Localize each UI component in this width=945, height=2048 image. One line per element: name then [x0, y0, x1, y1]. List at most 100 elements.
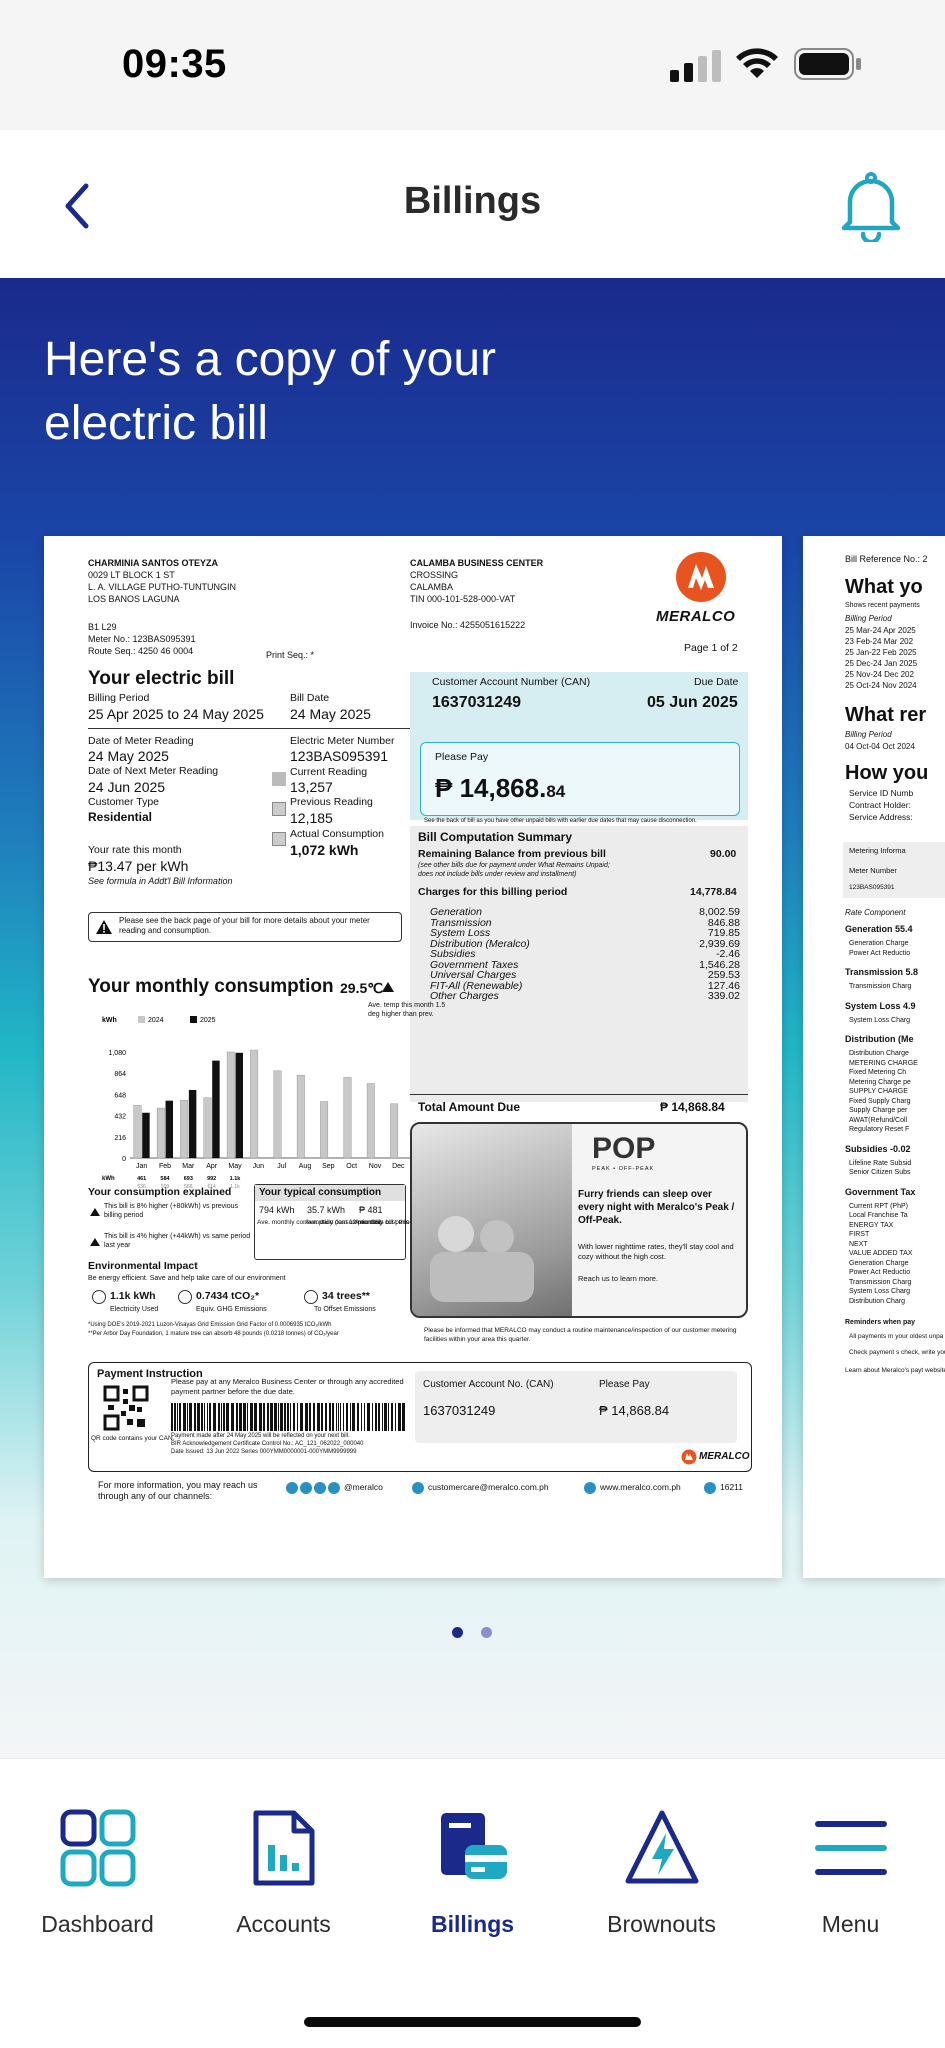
actual-consumption: 1,072 kWh	[290, 842, 359, 858]
typical-value: ₱ 481	[359, 1205, 383, 1215]
barcode-bar	[378, 1403, 380, 1431]
row-2025-value: 693	[184, 1176, 193, 1182]
stub-pay-label: Please Pay	[599, 1379, 650, 1390]
barcode-bar	[336, 1403, 337, 1431]
remaining-value: 90.00	[710, 848, 737, 860]
bill-date-label: Bill Date	[290, 692, 330, 704]
peek-component-item: Transmission Charg	[849, 983, 912, 990]
nav-menu[interactable]: Menu	[756, 1759, 945, 1949]
row-2024-value: 1.1k	[230, 1184, 240, 1190]
divider	[410, 1094, 748, 1095]
peek-reminder: All payments m your oldest unpa any inco…	[849, 1333, 945, 1340]
bar-2024	[226, 1051, 235, 1159]
x-tick-label: Dec	[392, 1163, 405, 1170]
app-header: Billings	[0, 130, 945, 278]
stub-can: 1637031249	[423, 1403, 496, 1418]
env-value: 1.1k kWh	[110, 1290, 156, 1302]
nav-label-active: Billings	[430, 1911, 515, 1937]
footer-social: @meralco	[344, 1482, 383, 1492]
env-value: 0.7434 tCO₂*	[196, 1290, 260, 1302]
pagination-dot-2[interactable]	[481, 1627, 492, 1638]
barcode-bar	[313, 1403, 315, 1431]
phone-icon	[704, 1482, 716, 1494]
tin: TIN 000-101-528-000-VAT	[410, 594, 516, 604]
nav-billings[interactable]: Billings	[378, 1759, 567, 1949]
typical-title: Your typical consumption	[255, 1185, 405, 1201]
row-2025-value: 584	[160, 1176, 170, 1182]
footer-phone: 16211	[720, 1482, 744, 1492]
battery-icon	[794, 48, 861, 80]
facebook-icon	[286, 1482, 298, 1494]
peek-component-item: Fixed Supply Charg	[849, 1097, 911, 1105]
barcode-bar	[280, 1403, 283, 1431]
peek-component-heading: Generation 55.4	[845, 924, 913, 934]
peek-component-item: System Loss Charg	[849, 1016, 911, 1024]
peek-component-item: METERING CHARGE	[849, 1059, 918, 1067]
barcode-bar	[201, 1403, 203, 1431]
barcode-bar	[340, 1403, 341, 1431]
bar-2024	[250, 1049, 259, 1159]
barcode-bar	[287, 1403, 289, 1431]
barcode-bar	[367, 1403, 370, 1431]
meter-number-label: Electric Meter Number	[290, 735, 395, 747]
barcode-bar	[221, 1403, 222, 1431]
email-icon	[412, 1482, 424, 1494]
can-value: 1637031249	[432, 694, 521, 711]
promo-banner[interactable]: POP PEAK • OFF-PEAK Furry friends can sl…	[410, 1122, 748, 1318]
customer-type: Residential	[88, 810, 153, 824]
notifications-button[interactable]	[836, 170, 906, 245]
typical-caption: Ave. daily consumption this bill period	[305, 1219, 414, 1226]
peek-component-item: Supply Charge per	[849, 1107, 908, 1114]
env-title: Environmental Impact	[88, 1260, 198, 1272]
barcode-bar	[174, 1403, 176, 1431]
barcode-bar	[382, 1403, 383, 1431]
bar-2024	[273, 1070, 282, 1159]
peek-component-item: Current RPT (PhP)	[849, 1202, 908, 1210]
footer-text: For more information, you may reach us t…	[98, 1480, 258, 1501]
nav-accounts[interactable]: Accounts	[189, 1759, 378, 1949]
remaining-note: (see other bills due for payment under W…	[418, 862, 610, 869]
triangle-up-icon	[382, 982, 394, 992]
payment-stub: Payment Instruction QR code contains you…	[88, 1362, 752, 1472]
current-reading-label: Current Reading	[290, 766, 368, 778]
typical-value: 35.7 kWh	[307, 1205, 346, 1215]
bar-2024	[133, 1105, 142, 1159]
pagination-dot-1[interactable]	[452, 1627, 463, 1638]
web-icon	[584, 1482, 596, 1494]
stub-pay: ₱ 14,868.84	[599, 1403, 670, 1418]
barcode-bar	[236, 1403, 238, 1431]
previous-reading: 12,185	[290, 810, 333, 826]
promo-title: Furry friends can sleep over every night…	[578, 1189, 735, 1226]
menu-icon	[815, 1821, 887, 1875]
customer-type-label: Customer Type	[88, 796, 160, 808]
page-indicator: Page 1 of 2	[684, 642, 738, 654]
bill-page-2-preview[interactable]: Bill Reference No.: 2 What yo Shows rece…	[803, 536, 945, 1578]
x-tick-label: Jun	[253, 1163, 264, 1170]
legend-label: 2024	[148, 1017, 164, 1024]
bar-2024	[390, 1103, 399, 1159]
print-seq: Print Seq.: *	[266, 650, 315, 660]
peek-component-heading: Distribution (Me	[845, 1034, 914, 1044]
barcode-bar	[218, 1403, 220, 1431]
barcode-bar	[361, 1403, 362, 1431]
barcode-bar	[284, 1403, 286, 1431]
env-footnote: *Using DOE's 2019-2021 Luzon-Visayas Gri…	[88, 1322, 332, 1328]
peek-row: 25 Mar-24 Apr 2025	[845, 626, 916, 635]
electric-bill-document[interactable]: CHARMINIA SANTOS OTEYZA 0029 LT BLOCK 1 …	[44, 536, 782, 1578]
nav-dashboard[interactable]: Dashboard	[3, 1759, 192, 1949]
meralco-logo-icon	[676, 552, 726, 602]
y-tick-label: 0	[122, 1156, 126, 1163]
barcode-bar	[329, 1403, 331, 1431]
reading-marker-icon	[272, 772, 286, 786]
nav-brownouts[interactable]: Brownouts	[567, 1759, 756, 1949]
peek-component-item: NEXT	[849, 1240, 868, 1248]
bar-2024	[296, 1074, 305, 1159]
barcode-bar	[189, 1403, 192, 1431]
due-date-label: Due Date	[694, 676, 739, 688]
home-indicator	[304, 2017, 641, 2027]
summary-title: Bill Computation Summary	[418, 830, 573, 844]
actual-consumption-label: Actual Consumption	[290, 828, 384, 840]
promo-child-figure	[480, 1220, 514, 1254]
row-label: kWh	[102, 1176, 115, 1182]
barcode-bar	[364, 1403, 365, 1431]
